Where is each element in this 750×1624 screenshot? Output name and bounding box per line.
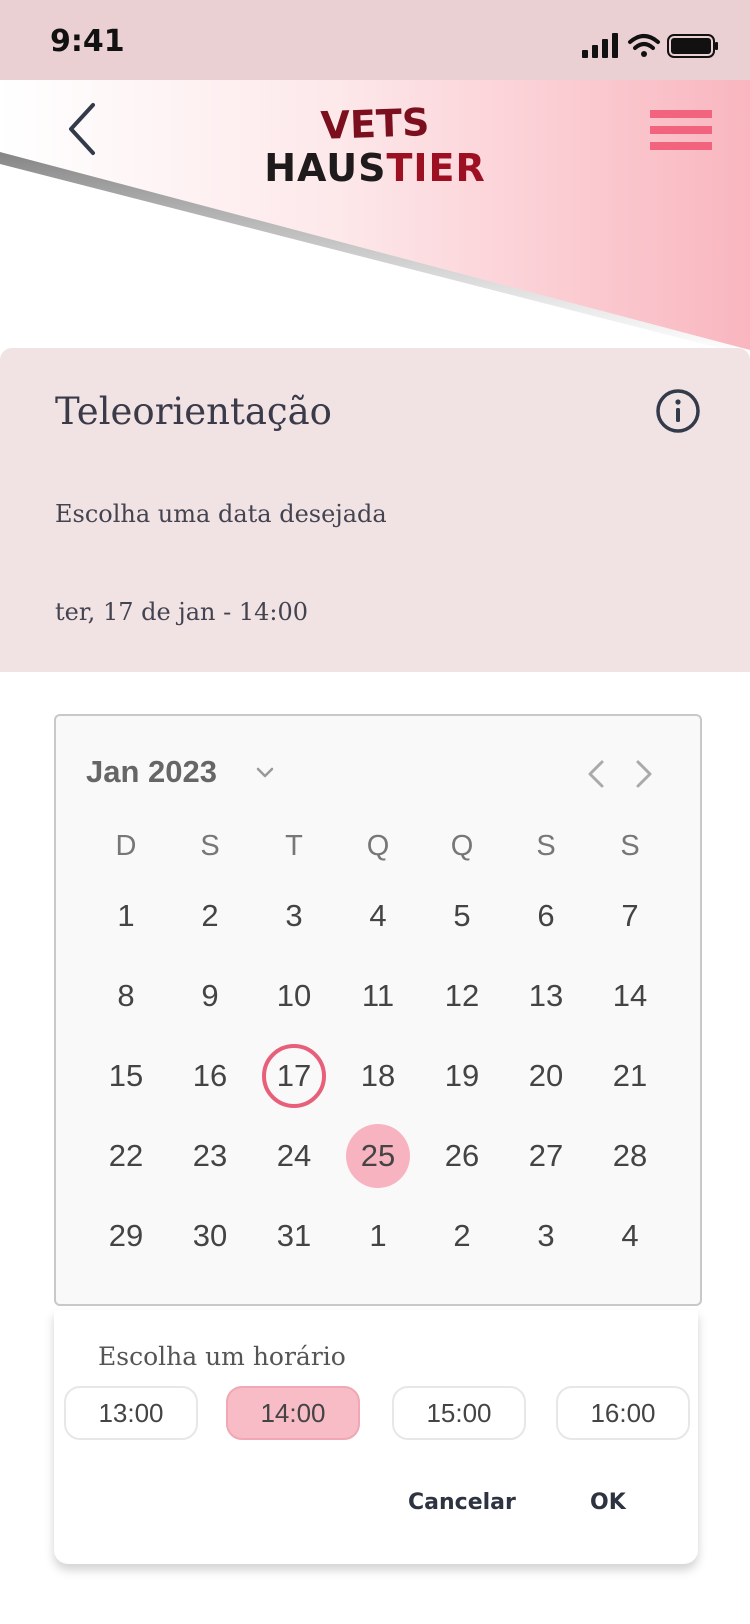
header: VETS HAUSTIER <box>0 80 750 350</box>
day-cell[interactable]: 30 <box>168 1204 252 1268</box>
day-cell[interactable]: 4 <box>336 884 420 948</box>
time-slot-button[interactable]: 13:00 <box>64 1386 198 1440</box>
signal-icon <box>582 33 618 58</box>
time-picker: Escolha um horário 13:00 14:00 15:00 16:… <box>54 1310 698 1564</box>
date-picker: Jan 2023 D S T Q Q S S 1 2 3 4 5 6 7 8 9 <box>54 714 702 1306</box>
info-icon[interactable] <box>655 388 701 434</box>
time-slot-button[interactable]: 16:00 <box>556 1386 690 1440</box>
day-cell[interactable]: 31 <box>252 1204 336 1268</box>
day-cell[interactable]: 27 <box>504 1124 588 1188</box>
weekday-header: D S T Q Q S S <box>84 816 672 876</box>
logo-line-1: VETS <box>319 100 431 148</box>
day-cell[interactable]: 2 <box>420 1204 504 1268</box>
hamburger-bar <box>650 142 712 150</box>
day-cell[interactable]: 10 <box>252 964 336 1028</box>
day-cell[interactable]: 2 <box>168 884 252 948</box>
day-cell[interactable]: 7 <box>588 884 672 948</box>
weekday-label: S <box>536 829 556 862</box>
page-title: Teleorientação <box>55 390 332 433</box>
day-cell[interactable]: 15 <box>84 1044 168 1108</box>
day-cell[interactable]: 14 <box>588 964 672 1028</box>
appointment-summary: Teleorientação Escolha uma data desejada… <box>0 348 750 672</box>
time-slot-button[interactable]: 15:00 <box>392 1386 526 1440</box>
status-bar: 9:41 <box>0 0 750 80</box>
today-marker: 17 <box>262 1044 326 1108</box>
day-cell[interactable]: 5 <box>420 884 504 948</box>
day-cell[interactable]: 3 <box>252 884 336 948</box>
ok-button[interactable]: OK <box>590 1490 626 1515</box>
brand-logo: VETS HAUSTIER <box>260 100 490 190</box>
day-cell[interactable]: 23 <box>168 1124 252 1188</box>
chevron-down-icon[interactable] <box>252 760 278 786</box>
time-slot-button-selected[interactable]: 14:00 <box>226 1386 360 1440</box>
month-label[interactable]: Jan 2023 <box>86 754 217 790</box>
logo-line-2a: HAUS <box>264 146 387 190</box>
day-cell[interactable]: 21 <box>588 1044 672 1108</box>
day-cell[interactable]: 1 <box>336 1204 420 1268</box>
day-cell[interactable]: 29 <box>84 1204 168 1268</box>
status-time: 9:41 <box>50 24 125 59</box>
status-icons <box>582 33 718 58</box>
hamburger-icon <box>650 110 712 118</box>
day-cell[interactable]: 28 <box>588 1124 672 1188</box>
cancel-button[interactable]: Cancelar <box>408 1490 516 1515</box>
weekday-label: Q <box>366 829 390 862</box>
day-cell[interactable]: 9 <box>168 964 252 1028</box>
selected-datetime: ter, 17 de jan - 14:00 <box>55 598 309 626</box>
hamburger-bar <box>650 126 712 134</box>
day-cell[interactable]: 1 <box>84 884 168 948</box>
weekday-label: D <box>115 829 137 862</box>
chevron-left-icon <box>69 103 95 155</box>
weekday-label: T <box>285 829 303 862</box>
time-prompt: Escolha um horário <box>98 1342 346 1371</box>
logo-line-2: HAUSTIER <box>260 146 490 190</box>
day-cell[interactable]: 26 <box>420 1124 504 1188</box>
logo-line-2b: TIER <box>386 146 486 190</box>
day-cell[interactable]: 16 <box>168 1044 252 1108</box>
day-cell[interactable]: 18 <box>336 1044 420 1108</box>
day-cell[interactable]: 3 <box>504 1204 588 1268</box>
calendar-week: 15 16 17 18 19 20 21 <box>84 1036 672 1116</box>
calendar-week: 8 9 10 11 12 13 14 <box>84 956 672 1036</box>
date-prompt: Escolha uma data desejada <box>55 500 387 528</box>
weekday-label: S <box>200 829 220 862</box>
day-cell[interactable]: 13 <box>504 964 588 1028</box>
menu-button[interactable] <box>650 110 712 154</box>
day-cell-today[interactable]: 17 <box>252 1044 336 1108</box>
day-cell[interactable]: 20 <box>504 1044 588 1108</box>
wifi-icon <box>628 34 660 57</box>
next-month-button[interactable] <box>628 754 658 794</box>
day-cell[interactable]: 4 <box>588 1204 672 1268</box>
calendar-week: 1 2 3 4 5 6 7 <box>84 876 672 956</box>
day-cell[interactable]: 6 <box>504 884 588 948</box>
calendar-grid: D S T Q Q S S 1 2 3 4 5 6 7 8 9 10 11 12… <box>84 816 672 1276</box>
day-cell[interactable]: 12 <box>420 964 504 1028</box>
day-cell-selected[interactable]: 25 <box>336 1124 420 1188</box>
day-cell[interactable]: 19 <box>420 1044 504 1108</box>
weekday-label: Q <box>450 829 474 862</box>
day-cell[interactable]: 8 <box>84 964 168 1028</box>
day-cell[interactable]: 22 <box>84 1124 168 1188</box>
day-cell[interactable]: 24 <box>252 1124 336 1188</box>
day-cell[interactable]: 11 <box>336 964 420 1028</box>
calendar-week: 29 30 31 1 2 3 4 <box>84 1196 672 1276</box>
back-button[interactable] <box>58 94 104 164</box>
weekday-label: S <box>620 829 640 862</box>
prev-month-button[interactable] <box>582 754 612 794</box>
calendar-week: 22 23 24 25 26 27 28 <box>84 1116 672 1196</box>
selected-day-marker: 25 <box>346 1124 410 1188</box>
battery-icon <box>667 34 718 58</box>
